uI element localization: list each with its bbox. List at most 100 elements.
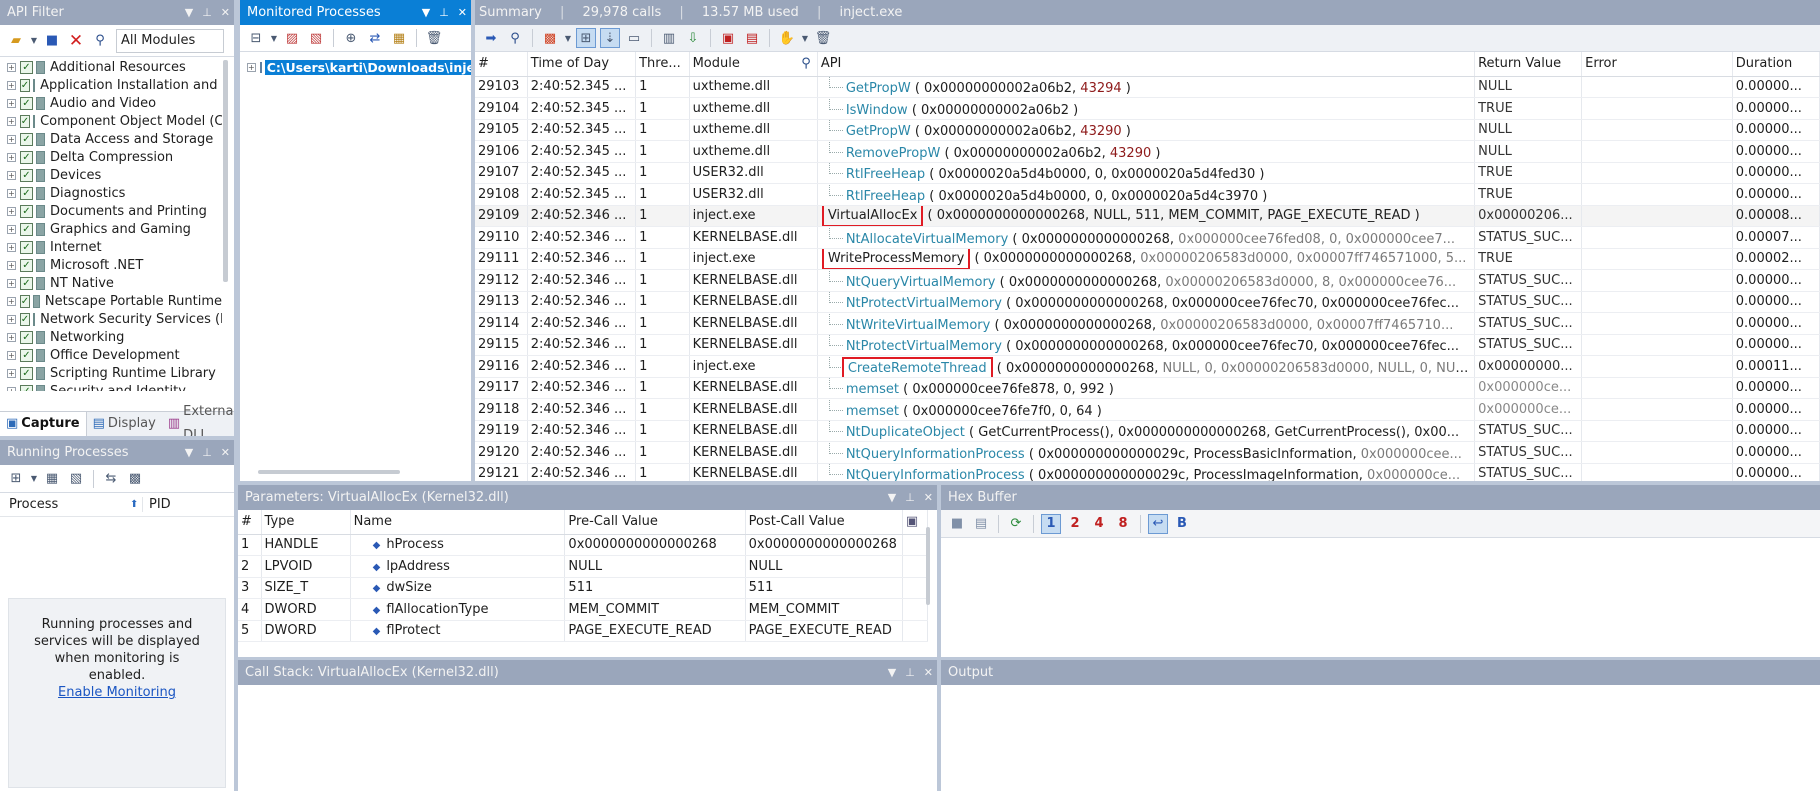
param-row[interactable]: 1 HANDLE ◆ hProcess 0x0000000000000268 0x0000… bbox=[238, 534, 929, 556]
save-icon[interactable]: ■ bbox=[42, 31, 62, 51]
trash-icon[interactable]: 🗑 bbox=[424, 28, 444, 48]
checkbox-checked-icon[interactable]: ✓ bbox=[19, 78, 31, 92]
api-function-name[interactable]: NtQueryInformationProcess bbox=[846, 447, 1025, 462]
checkbox-checked-icon[interactable]: ✓ bbox=[20, 186, 33, 200]
api-category-item[interactable]: + ✓ Application Installation and Se bbox=[0, 76, 222, 94]
byte-8-button[interactable]: 8 bbox=[1113, 514, 1133, 534]
dropdown-icon[interactable]: ▼ bbox=[185, 0, 193, 25]
tree-scrollbar[interactable] bbox=[223, 60, 228, 282]
col-time[interactable]: Time of Day bbox=[527, 52, 637, 77]
horizontal-scrollbar[interactable] bbox=[258, 470, 400, 474]
api-category-item[interactable]: + ✓ Netscape Portable Runtime bbox=[0, 292, 222, 310]
pin-icon[interactable]: ⊥ bbox=[905, 660, 915, 685]
api-function-name[interactable]: NtQueryInformationProcess bbox=[846, 468, 1025, 481]
checkbox-checked-icon[interactable]: ✓ bbox=[20, 132, 33, 146]
checkbox-checked-icon[interactable]: ✓ bbox=[20, 150, 33, 164]
close-icon[interactable]: ✕ bbox=[221, 440, 230, 465]
api-function-name[interactable]: memset bbox=[846, 404, 899, 419]
stop-all-icon[interactable]: ▧ bbox=[306, 28, 326, 48]
api-category-item[interactable]: + ✓ Additional Resources bbox=[0, 58, 222, 76]
trash-icon[interactable]: 🗑 bbox=[813, 28, 833, 48]
api-function-name[interactable]: RtlFreeHeap bbox=[846, 189, 925, 204]
call-row[interactable]: 29121 2:40:52.346 ... 1 KERNELBASE.dll NtQue… bbox=[475, 463, 1820, 481]
checkbox-checked-icon[interactable]: ✓ bbox=[20, 258, 33, 272]
chevron-down-icon[interactable]: ▼ bbox=[30, 31, 38, 51]
call-row[interactable]: 29119 2:40:52.346 ... 1 KERNELBASE.dll NtDup… bbox=[475, 420, 1820, 442]
col-thread[interactable]: Thre... bbox=[635, 52, 690, 77]
column-chooser-icon[interactable]: ▣ bbox=[902, 510, 929, 535]
api-category-item[interactable]: + ✓ Audio and Video bbox=[0, 94, 222, 112]
api-function-name[interactable]: CreateRemoteThread bbox=[841, 356, 993, 377]
checkbox-checked-icon[interactable]: ✓ bbox=[20, 348, 33, 362]
close-icon[interactable]: ✕ bbox=[924, 660, 933, 685]
byte-1-button[interactable]: 1 bbox=[1041, 513, 1061, 534]
find-icon[interactable]: ⚲ bbox=[90, 31, 110, 51]
api-category-item[interactable]: + ✓ Component Object Model (CC bbox=[0, 112, 222, 130]
highlight-icon[interactable]: ▩ bbox=[540, 28, 560, 48]
close-icon[interactable]: ✕ bbox=[458, 0, 467, 25]
expand-icon[interactable]: + bbox=[7, 152, 16, 162]
call-row[interactable]: 29112 2:40:52.346 ... 1 KERNELBASE.dll NtQue… bbox=[475, 269, 1820, 292]
api-category-item[interactable]: + ✓ Internet bbox=[0, 238, 222, 256]
byte-4-button[interactable]: 4 bbox=[1089, 514, 1109, 534]
param-row[interactable]: 3 SIZE_T ◆ dwSize 511 511 bbox=[238, 577, 929, 599]
checkbox-checked-icon[interactable]: ✓ bbox=[20, 204, 33, 218]
attach-icon[interactable]: ▩ bbox=[125, 469, 145, 489]
api-category-item[interactable]: + ✓ Data Access and Storage bbox=[0, 130, 222, 148]
api-function-name[interactable]: VirtualAllocEx bbox=[821, 205, 924, 226]
expand-icon[interactable]: + bbox=[7, 98, 16, 108]
close-icon[interactable]: ✕ bbox=[924, 485, 933, 510]
expand-icon[interactable]: + bbox=[7, 116, 16, 126]
tree-icon[interactable]: ⇄ bbox=[365, 28, 385, 48]
byte-2-button[interactable]: 2 bbox=[1065, 514, 1085, 534]
expand-icon[interactable]: + bbox=[7, 386, 16, 391]
chevron-down-icon[interactable]: ▼ bbox=[564, 28, 572, 48]
copy-icon[interactable]: ▤ bbox=[971, 514, 991, 534]
search-icon[interactable]: ⚲ bbox=[801, 56, 811, 71]
columns-icon[interactable]: ▥ bbox=[659, 28, 679, 48]
expand-icon[interactable]: + bbox=[7, 80, 16, 90]
expand-icon[interactable]: + bbox=[7, 134, 16, 144]
open-folder-icon[interactable]: ▰ bbox=[6, 31, 26, 51]
api-category-item[interactable]: + ✓ Office Development bbox=[0, 346, 222, 364]
call-row[interactable]: 29103 2:40:52.345 ... 1 uxtheme.dll GetPropW… bbox=[475, 76, 1820, 98]
col-duration[interactable]: Duration bbox=[1732, 52, 1820, 77]
api-function-name[interactable]: NtWriteVirtualMemory bbox=[846, 318, 991, 333]
sort-up-icon[interactable]: ⬆ bbox=[130, 499, 142, 510]
call-row[interactable]: 29111 2:40:52.346 ... 1 inject.exe WriteProc… bbox=[475, 248, 1820, 270]
chevron-down-icon[interactable]: ▼ bbox=[30, 469, 38, 489]
checkbox-checked-icon[interactable]: ✓ bbox=[20, 384, 33, 391]
api-function-name[interactable]: RemovePropW bbox=[846, 146, 941, 161]
call-row[interactable]: 29114 2:40:52.346 ... 1 KERNELBASE.dll NtWri… bbox=[475, 312, 1820, 335]
pin-icon[interactable]: ⊥ bbox=[905, 485, 915, 510]
api-function-name[interactable]: NtQueryVirtualMemory bbox=[846, 275, 996, 290]
call-row[interactable]: 29120 2:40:52.346 ... 1 KERNELBASE.dll NtQue… bbox=[475, 441, 1820, 464]
checkbox-checked-icon[interactable]: ✓ bbox=[20, 222, 33, 236]
export-icon[interactable]: ⇩ bbox=[683, 28, 703, 48]
checkbox-checked-icon[interactable]: ✓ bbox=[20, 366, 33, 380]
big-endian-button[interactable]: B bbox=[1172, 514, 1192, 534]
call-row[interactable]: 29117 2:40:52.346 ... 1 KERNELBASE.dll memse… bbox=[475, 377, 1820, 399]
expand-icon[interactable]: + bbox=[7, 314, 16, 324]
checkbox-checked-icon[interactable]: ✓ bbox=[20, 330, 33, 344]
call-row[interactable]: 29116 2:40:52.346 ... 1 inject.exe CreateRem… bbox=[475, 355, 1820, 378]
target-icon[interactable]: ⊕ bbox=[341, 28, 361, 48]
save-icon[interactable]: ■ bbox=[947, 514, 967, 534]
call-row[interactable]: 29104 2:40:52.345 ... 1 uxtheme.dll IsWindow… bbox=[475, 97, 1820, 120]
param-col-number[interactable]: # bbox=[238, 510, 262, 535]
api-category-item[interactable]: + ✓ NT Native bbox=[0, 274, 222, 292]
expand-icon[interactable]: + bbox=[7, 332, 16, 342]
expand-icon[interactable]: + bbox=[7, 296, 16, 306]
expand-icon[interactable]: + bbox=[7, 224, 16, 234]
auto-scroll-icon[interactable]: ⇣ bbox=[600, 28, 620, 48]
pin-icon[interactable]: ⊥ bbox=[439, 0, 449, 25]
param-row[interactable]: 2 LPVOID ◆ lpAddress NULL NULL bbox=[238, 555, 929, 578]
pane-controls[interactable]: ▼ ⊥ ✕ bbox=[422, 0, 467, 25]
param-col-type[interactable]: Type bbox=[261, 510, 351, 535]
api-function-name[interactable]: WriteProcessMemory bbox=[821, 248, 971, 269]
api-category-item[interactable]: + ✓ Documents and Printing bbox=[0, 202, 222, 220]
call-row[interactable]: 29107 2:40:52.345 ... 1 USER32.dll RtlFreeHe… bbox=[475, 162, 1820, 184]
expand-icon[interactable]: + bbox=[7, 188, 16, 198]
dropdown-icon[interactable]: ▼ bbox=[185, 440, 193, 465]
filter-icon[interactable]: ⇆ bbox=[101, 469, 121, 489]
